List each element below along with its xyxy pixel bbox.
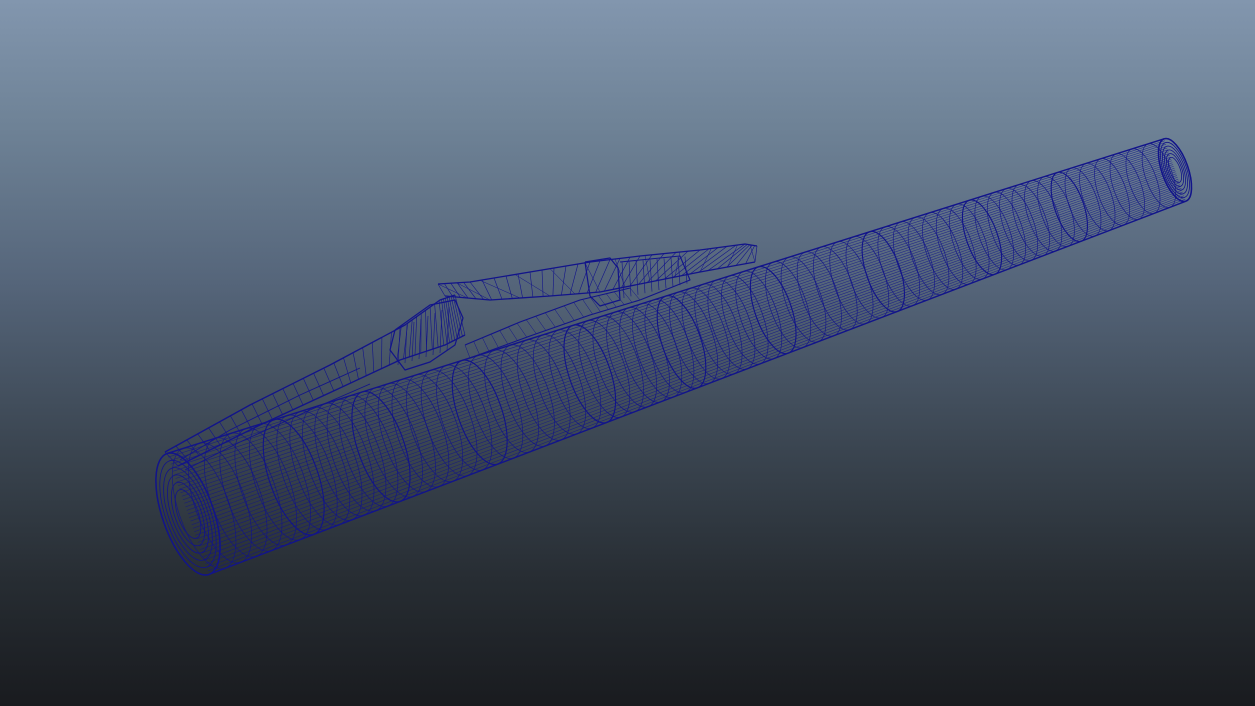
blade-rib	[197, 433, 210, 451]
blade-rib	[372, 342, 375, 373]
cylindrical-tube-mesh	[155, 137, 1193, 576]
brace-rib	[473, 341, 480, 355]
tube-longitude	[170, 144, 1167, 465]
tube-longitude	[187, 169, 1176, 515]
clamp-rib	[635, 260, 639, 295]
tube-longitude	[185, 166, 1174, 508]
tube-longitude	[176, 153, 1170, 483]
tube-longitude	[190, 173, 1177, 522]
3d-viewport[interactable]	[0, 0, 1255, 706]
tube-longitude	[207, 199, 1186, 572]
tube-longitude	[171, 145, 1167, 469]
brace-rib	[582, 299, 593, 315]
tube-longitude	[184, 164, 1174, 504]
brace-rib	[516, 323, 528, 338]
tube-longitude	[182, 162, 1173, 501]
tube-longitude	[174, 149, 1169, 476]
brace-rib	[554, 309, 565, 324]
brace-rib	[482, 337, 490, 352]
tube-longitude	[189, 171, 1176, 518]
tube-longitude	[179, 156, 1171, 490]
tube-longitude	[191, 175, 1177, 525]
blade-rib	[362, 347, 367, 376]
tube-longitude	[202, 191, 1183, 557]
brace-rib	[499, 330, 509, 345]
blade-rib	[313, 373, 324, 396]
clamp-rib	[656, 258, 660, 291]
upper-arm-rib	[541, 269, 544, 297]
upper-arm-rib	[505, 275, 513, 299]
upper-arm-rib	[754, 245, 758, 263]
brace-rib	[606, 293, 617, 308]
wireframe-scene	[155, 137, 1193, 576]
blade-rib	[262, 398, 273, 420]
tube-longitude	[208, 200, 1187, 576]
tube-longitude	[194, 178, 1179, 533]
clamp-rib	[628, 261, 632, 297]
upper-arm-rib	[561, 265, 567, 296]
blade-rib	[343, 357, 352, 384]
brace-rib	[508, 326, 518, 341]
upper-arm-rib	[578, 261, 591, 294]
blade-rib	[408, 319, 413, 357]
tube-longitude	[192, 177, 1178, 529]
brace-rib	[598, 295, 609, 310]
blade-rib	[452, 295, 463, 337]
brace-rib	[563, 305, 575, 321]
brace-rib	[573, 302, 584, 318]
brace-rib	[535, 316, 547, 331]
blade-rib	[251, 403, 263, 425]
brace-rib	[629, 287, 641, 301]
tube-longitude	[178, 155, 1170, 486]
brace-rib	[526, 319, 537, 334]
upper-arm-rib	[481, 279, 492, 301]
blade-rib	[333, 362, 344, 387]
blade-rib	[352, 352, 359, 380]
upper-arm-rib	[493, 277, 503, 300]
blade-rib	[414, 316, 417, 356]
blade-rib	[429, 307, 433, 350]
tube-longitude	[186, 167, 1175, 511]
upper-arm-truss	[727, 244, 738, 268]
clamp-rib	[677, 257, 681, 286]
upper-arm-rib	[664, 249, 701, 280]
tube-longitude	[168, 140, 1165, 458]
blade-rib	[434, 303, 439, 348]
tube-longitude	[169, 142, 1166, 461]
upper-arm-rib	[604, 258, 621, 292]
tube-longitude	[200, 188, 1182, 550]
upper-arm-truss	[479, 280, 521, 299]
upper-arm-top	[437, 243, 758, 285]
tube-longitude	[175, 151, 1169, 479]
tube-longitude	[204, 193, 1184, 561]
tube-longitude	[201, 189, 1183, 554]
tube-longitude	[181, 160, 1172, 497]
tube-longitude	[199, 186, 1181, 547]
tube-longitude	[173, 147, 1168, 472]
tube-longitude	[180, 158, 1172, 493]
tube-longitude	[166, 138, 1165, 455]
blade-rib	[323, 367, 335, 391]
upper-arm-rib	[463, 282, 477, 299]
brace-rib	[490, 333, 499, 348]
brace-rib	[464, 344, 471, 359]
clamp-block	[584, 257, 621, 307]
clamp-rib	[649, 259, 653, 292]
brace-rib	[545, 312, 556, 328]
